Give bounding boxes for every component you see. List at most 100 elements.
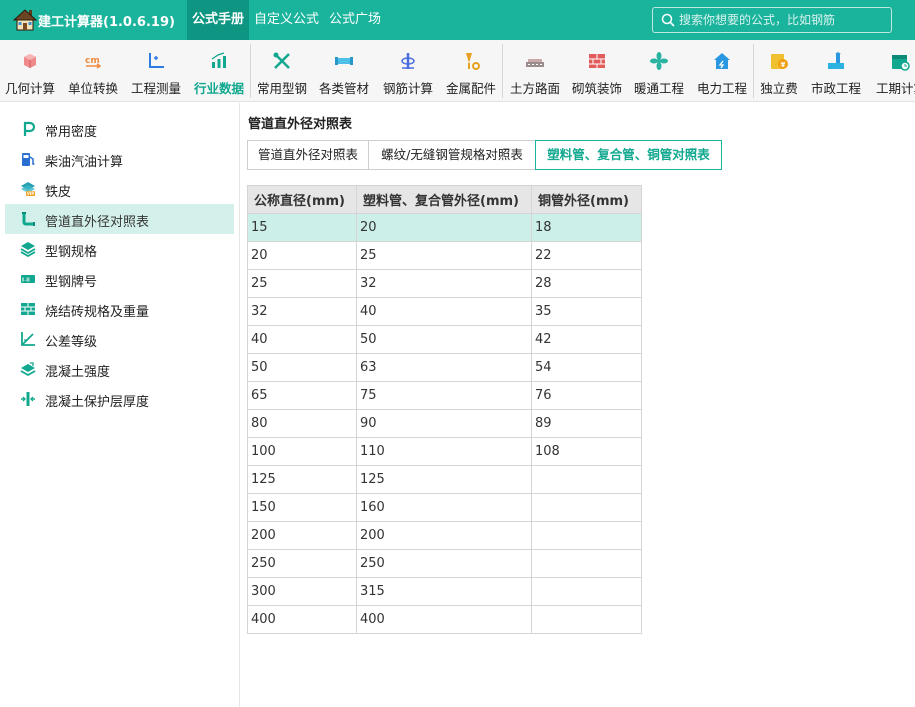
tolerance-icon <box>21 332 35 346</box>
table-cell: 76 <box>531 381 642 410</box>
tool-steel-section[interactable]: 常用型钢 <box>252 40 312 101</box>
road-icon <box>526 59 544 67</box>
brick-wall-icon <box>21 303 35 315</box>
sidebar-item-steel-grade[interactable]: Ⅱ-Ⅲ 型钢牌号 <box>5 264 234 294</box>
sidebar-item-density[interactable]: 常用密度 <box>5 114 234 144</box>
table-cell: 25 <box>247 269 357 298</box>
tab-formula-square[interactable]: 公式广场 <box>329 0 381 40</box>
table-row[interactable]: 125 125 <box>247 465 642 494</box>
table-cell: 250 <box>356 549 532 578</box>
sidebar-item-brick[interactable]: 烧结砖规格及重量 <box>5 294 234 324</box>
tool-geometry[interactable]: 几何计算 <box>0 40 60 101</box>
pipe-diameter-table: 公称直径(mm) 塑料管、复合管外径(mm) 铜管外径(mm) 15 20 18 2… <box>247 185 642 634</box>
cm-convert-icon: cm <box>85 56 102 69</box>
cube-icon <box>24 54 36 68</box>
search-box[interactable] <box>652 7 892 33</box>
sub-tab-threaded-seamless[interactable]: 螺纹/无缝钢管规格对照表 <box>368 140 536 170</box>
table-row[interactable]: 400 400 <box>247 605 642 634</box>
table-row[interactable]: 25 32 28 <box>247 269 642 298</box>
sub-tab-plastic-copper[interactable]: 塑料管、复合管、铜管对照表 <box>535 140 722 170</box>
table-cell: 250 <box>247 549 357 578</box>
chart-icon <box>211 52 226 68</box>
table-cell: 108 <box>531 437 642 466</box>
sheet-vip-icon: VIP <box>21 182 35 196</box>
table-row[interactable]: 20 25 22 <box>247 241 642 270</box>
table-cell: 32 <box>247 297 357 326</box>
sub-tab-pipe-diameter[interactable]: 管道直外径对照表 <box>247 140 369 170</box>
table-cell: 300 <box>247 577 357 606</box>
tool-rebar[interactable]: 钢筋计算 <box>377 40 439 101</box>
tool-industry-data[interactable]: 行业数据 <box>189 40 249 101</box>
table-row[interactable]: 300 315 <box>247 577 642 606</box>
tool-pipe-materials[interactable]: 各类管材 <box>314 40 374 101</box>
table-row[interactable]: 50 63 54 <box>247 353 642 382</box>
tool-municipal[interactable]: 市政工程 <box>805 40 867 101</box>
table-row[interactable]: 150 160 <box>247 493 642 522</box>
table-row[interactable]: 40 50 42 <box>247 325 642 354</box>
column-header[interactable]: 公称直径(mm) <box>247 185 357 214</box>
search-icon <box>661 13 675 27</box>
sidebar-item-tolerance[interactable]: 公差等级 <box>5 324 234 354</box>
sidebar: 常用密度 柴油汽油计算 VIP 铁皮 管道直外径对照表 型钢规格 Ⅱ-Ⅲ 型钢牌… <box>0 103 240 707</box>
toolbar-separator <box>502 44 503 98</box>
tool-earthwork-road[interactable]: 土方路面 <box>504 40 566 101</box>
table-cell: 50 <box>247 353 357 382</box>
sidebar-item-pipe-diameter[interactable]: 管道直外径对照表 <box>5 204 234 234</box>
table-row[interactable]: 80 90 89 <box>247 409 642 438</box>
tool-metal-fittings[interactable]: 金属配件 <box>441 40 501 101</box>
table-row[interactable]: 100 110 108 <box>247 437 642 466</box>
table-row[interactable]: 32 40 35 <box>247 297 642 326</box>
table-cell <box>531 577 642 606</box>
sidebar-item-fuel[interactable]: 柴油汽油计算 <box>5 144 234 174</box>
table-row[interactable]: 65 75 76 <box>247 381 642 410</box>
app-title: 建工计算器(1.0.6.19) <box>38 15 175 30</box>
tool-schedule[interactable]: 工期计算 <box>870 40 915 101</box>
layers-icon <box>20 242 36 257</box>
table-cell: 20 <box>247 241 357 270</box>
fitting-icon <box>466 53 480 70</box>
toolbar-separator <box>250 44 251 98</box>
tab-formula-manual[interactable]: 公式手册 <box>187 0 249 40</box>
toolbar-separator <box>753 44 754 98</box>
tab-custom-formula[interactable]: 自定义公式 <box>254 0 319 40</box>
tool-unit-convert[interactable]: cm 单位转换 <box>62 40 124 101</box>
table-cell: 20 <box>356 213 532 242</box>
fan-icon <box>650 52 668 70</box>
table-cell: 200 <box>247 521 357 550</box>
table-cell: 80 <box>247 409 357 438</box>
sidebar-item-steel-spec[interactable]: 型钢规格 <box>5 234 234 264</box>
tool-hvac[interactable]: 暖通工程 <box>629 40 689 101</box>
tools-icon <box>273 52 290 69</box>
table-row[interactable]: 200 200 <box>247 521 642 550</box>
tool-masonry[interactable]: 砌筑装饰 <box>567 40 627 101</box>
steel-grade-icon: Ⅱ-Ⅲ <box>21 275 35 284</box>
house-logo-icon <box>13 9 37 31</box>
tool-independent-fee[interactable]: ¥ 独立费 <box>755 40 803 101</box>
pipe-icon <box>335 57 353 65</box>
calendar-icon <box>892 55 910 71</box>
column-header[interactable]: 塑料管、复合管外径(mm) <box>356 185 532 214</box>
power-house-icon <box>714 53 730 69</box>
column-header[interactable]: 铜管外径(mm) <box>531 185 642 214</box>
table-row[interactable]: 250 250 <box>247 549 642 578</box>
sidebar-item-cover-thickness[interactable]: 混凝土保护层厚度 <box>5 384 234 414</box>
table-cell: 50 <box>356 325 532 354</box>
table-cell: 54 <box>531 353 642 382</box>
table-cell: 22 <box>531 241 642 270</box>
table-cell: 40 <box>356 297 532 326</box>
sidebar-item-sheet[interactable]: VIP 铁皮 <box>5 174 234 204</box>
pipe-elbow-icon <box>22 212 35 226</box>
brick-icon <box>589 54 605 68</box>
concrete-icon <box>20 362 36 377</box>
municipal-icon <box>828 52 844 69</box>
table-row[interactable]: 15 20 18 <box>247 213 642 242</box>
sidebar-item-concrete-strength[interactable]: 混凝土强度 <box>5 354 234 384</box>
tool-power[interactable]: 电力工程 <box>692 40 752 101</box>
table-cell: 90 <box>356 409 532 438</box>
tool-survey[interactable]: 工程测量 <box>126 40 186 101</box>
table-cell: 18 <box>531 213 642 242</box>
table-cell: 42 <box>531 325 642 354</box>
search-input[interactable] <box>679 9 887 31</box>
table-cell: 315 <box>356 577 532 606</box>
fuel-icon <box>22 153 35 166</box>
